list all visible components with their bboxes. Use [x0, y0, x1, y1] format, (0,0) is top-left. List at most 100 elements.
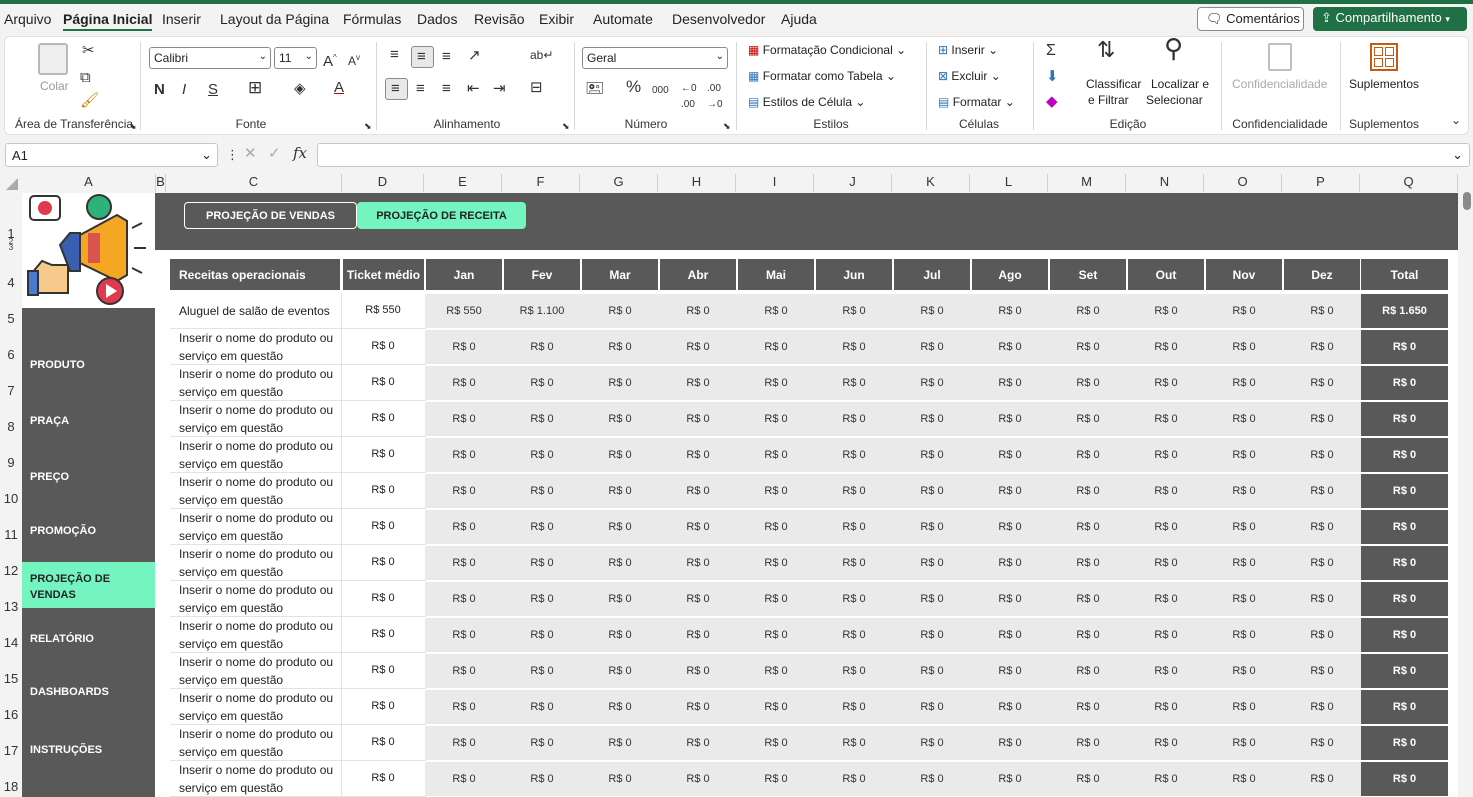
dialog-launcher-icon[interactable]: ⬊: [723, 118, 731, 134]
month-cell[interactable]: R$ 0: [1127, 546, 1205, 580]
month-cell[interactable]: R$ 0: [893, 726, 971, 760]
month-cell[interactable]: R$ 0: [1049, 474, 1127, 508]
month-cell[interactable]: R$ 0: [1127, 582, 1205, 616]
month-cell[interactable]: R$ 0: [971, 618, 1049, 652]
month-cell[interactable]: R$ 0: [893, 582, 971, 616]
italic-icon[interactable]: I: [182, 82, 186, 98]
month-cell[interactable]: R$ 0: [1049, 690, 1127, 724]
month-cell[interactable]: R$ 0: [1283, 546, 1361, 580]
row-header-8[interactable]: 8: [0, 419, 22, 434]
autosum-icon[interactable]: Σ: [1046, 43, 1056, 59]
month-cell[interactable]: R$ 0: [1205, 654, 1283, 688]
comments-button[interactable]: 🗨 Comentários: [1197, 7, 1304, 31]
month-cell[interactable]: R$ 0: [425, 546, 503, 580]
row-name-cell[interactable]: Inserir o nome do produto ou serviço em …: [170, 437, 340, 473]
row-name-cell[interactable]: Inserir o nome do produto ou serviço em …: [170, 761, 340, 797]
total-cell[interactable]: R$ 0: [1361, 690, 1448, 724]
month-cell[interactable]: R$ 0: [737, 438, 815, 472]
month-cell[interactable]: R$ 0: [1049, 402, 1127, 436]
ticket-cell[interactable]: R$ 0: [342, 700, 424, 712]
month-cell[interactable]: R$ 0: [893, 618, 971, 652]
nav-relatorio[interactable]: RELATÓRIO: [22, 629, 155, 651]
month-cell[interactable]: R$ 0: [1127, 762, 1205, 796]
nav-preco[interactable]: PREÇO: [22, 467, 155, 489]
menu-dados[interactable]: Dados: [417, 11, 457, 27]
month-cell[interactable]: R$ 0: [737, 330, 815, 364]
month-cell[interactable]: R$ 0: [815, 510, 893, 544]
month-cell[interactable]: R$ 0: [737, 510, 815, 544]
month-cell[interactable]: R$ 0: [503, 546, 581, 580]
column-header-l[interactable]: L: [970, 174, 1048, 192]
month-cell[interactable]: R$ 0: [659, 438, 737, 472]
month-cell[interactable]: R$ 0: [815, 330, 893, 364]
month-cell[interactable]: R$ 0: [1049, 618, 1127, 652]
month-cell[interactable]: R$ 0: [1127, 726, 1205, 760]
ticket-cell[interactable]: R$ 0: [342, 772, 424, 784]
month-cell[interactable]: R$ 0: [1127, 474, 1205, 508]
wrap-text-icon[interactable]: ab↵: [530, 47, 553, 63]
month-cell[interactable]: R$ 0: [503, 618, 581, 652]
month-cell[interactable]: R$ 0: [971, 762, 1049, 796]
find-select-label-2[interactable]: Selecionar: [1146, 93, 1203, 107]
share-button[interactable]: ⇪ Compartilhamento ▾: [1313, 7, 1467, 31]
row-header-18[interactable]: 18: [0, 779, 22, 794]
month-cell[interactable]: R$ 0: [1127, 366, 1205, 400]
row-header-12[interactable]: 12: [0, 563, 22, 578]
month-cell[interactable]: R$ 0: [1205, 618, 1283, 652]
align-center-icon[interactable]: ≡: [416, 81, 425, 97]
month-cell[interactable]: R$ 0: [893, 294, 971, 328]
month-cell[interactable]: R$ 0: [971, 474, 1049, 508]
delete-cells-button[interactable]: ⊠ Excluir ⌄: [938, 69, 1001, 83]
month-cell[interactable]: R$ 0: [1127, 510, 1205, 544]
month-cell[interactable]: R$ 0: [503, 582, 581, 616]
menu-layout[interactable]: Layout da Página: [220, 11, 329, 27]
month-cell[interactable]: R$ 0: [1283, 654, 1361, 688]
month-cell[interactable]: R$ 0: [581, 366, 659, 400]
month-cell[interactable]: R$ 0: [815, 690, 893, 724]
row-header-4[interactable]: 4: [0, 275, 22, 290]
month-cell[interactable]: R$ 0: [893, 654, 971, 688]
month-cell[interactable]: R$ 0: [425, 762, 503, 796]
month-cell[interactable]: R$ 0: [503, 762, 581, 796]
month-cell[interactable]: R$ 0: [1283, 510, 1361, 544]
month-cell[interactable]: R$ 0: [581, 438, 659, 472]
menu-exibir[interactable]: Exibir: [539, 11, 574, 27]
month-cell[interactable]: R$ 0: [815, 618, 893, 652]
month-cell[interactable]: R$ 0: [971, 582, 1049, 616]
row-name-cell[interactable]: Inserir o nome do produto ou serviço em …: [170, 653, 340, 689]
month-cell[interactable]: R$ 0: [425, 402, 503, 436]
month-cell[interactable]: R$ 0: [737, 366, 815, 400]
column-header-f[interactable]: F: [502, 174, 580, 192]
month-cell[interactable]: R$ 0: [581, 510, 659, 544]
month-cell[interactable]: R$ 0: [893, 330, 971, 364]
month-cell[interactable]: R$ 0: [1049, 366, 1127, 400]
month-cell[interactable]: R$ 0: [503, 474, 581, 508]
month-cell[interactable]: R$ 0: [737, 402, 815, 436]
month-cell[interactable]: R$ 0: [581, 330, 659, 364]
clear-icon[interactable]: ◆: [1046, 94, 1058, 110]
month-cell[interactable]: R$ 0: [503, 654, 581, 688]
month-cell[interactable]: R$ 0: [1205, 474, 1283, 508]
row-name-cell[interactable]: Inserir o nome do produto ou serviço em …: [170, 473, 340, 509]
nav-instrucoes[interactable]: INSTRUÇÕES: [22, 740, 155, 762]
month-cell[interactable]: R$ 0: [1205, 762, 1283, 796]
month-cell[interactable]: R$ 0: [815, 726, 893, 760]
month-cell[interactable]: R$ 0: [1127, 330, 1205, 364]
month-cell[interactable]: R$ 0: [581, 294, 659, 328]
month-cell[interactable]: R$ 0: [503, 366, 581, 400]
scissors-icon[interactable]: ✂: [82, 43, 95, 59]
row-header-16[interactable]: 16: [0, 707, 22, 722]
month-cell[interactable]: R$ 0: [815, 474, 893, 508]
month-cell[interactable]: R$ 0: [425, 582, 503, 616]
month-cell[interactable]: R$ 0: [1049, 762, 1127, 796]
month-cell[interactable]: R$ 0: [971, 402, 1049, 436]
menu-desenvolvedor[interactable]: Desenvolvedor: [672, 11, 765, 27]
menu-revisao[interactable]: Revisão: [474, 11, 525, 27]
total-cell[interactable]: R$ 0: [1361, 762, 1448, 796]
paste-button[interactable]: Colar: [40, 79, 69, 93]
month-cell[interactable]: R$ 0: [1049, 546, 1127, 580]
month-cell[interactable]: R$ 0: [425, 474, 503, 508]
row-header-5[interactable]: 5: [0, 311, 22, 326]
conditional-formatting-button[interactable]: ▦ Formatação Condicional ⌄: [748, 43, 906, 57]
fill-icon[interactable]: ⬇: [1046, 69, 1059, 85]
